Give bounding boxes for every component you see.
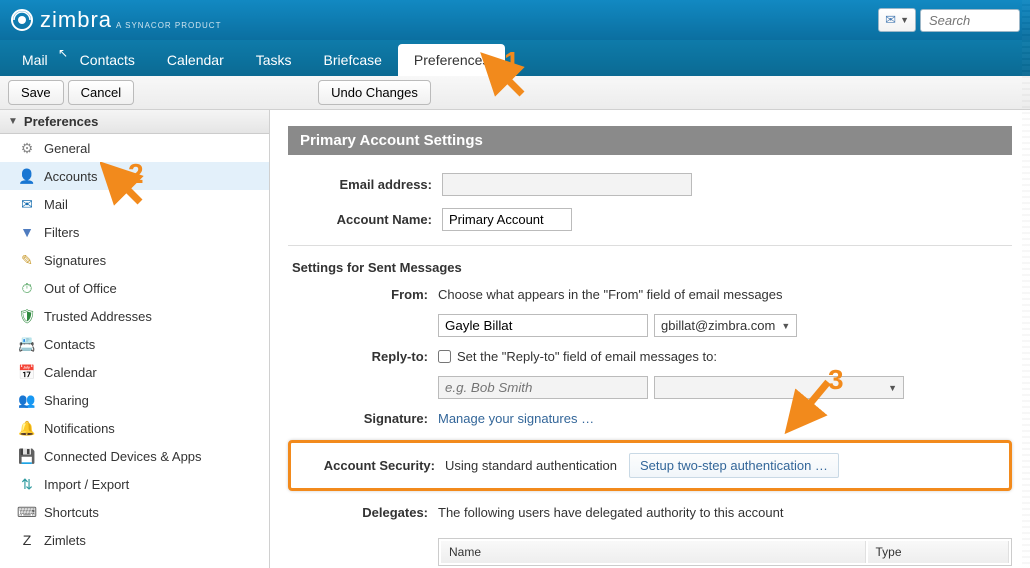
brand-logo: zimbra A SYNACOR PRODUCT — [10, 7, 221, 33]
sidebar-item-label: Filters — [44, 225, 79, 240]
sidebar-item-label: Zimlets — [44, 533, 86, 548]
delegates-label: Delegates: — [288, 505, 438, 520]
sidebar-item-zimlets[interactable]: Z Zimlets — [0, 526, 269, 554]
sidebar-item-out-of-office[interactable]: ⏱ Out of Office — [0, 274, 269, 302]
email-label: Email address: — [292, 177, 442, 192]
setup-two-step-link[interactable]: Setup two-step authentication … — [629, 453, 839, 478]
tab-tasks[interactable]: Tasks — [240, 44, 308, 76]
connected-devices-apps-icon: 💾 — [18, 447, 36, 465]
manage-signatures-link[interactable]: Manage your signatures … — [438, 411, 594, 426]
sidebar-item-sharing[interactable]: 👥 Sharing — [0, 386, 269, 414]
replyto-email-select[interactable]: ▼ — [654, 376, 904, 399]
brand-name: zimbra — [40, 7, 112, 33]
sidebar-item-label: General — [44, 141, 90, 156]
out-of-office-icon: ⏱ — [18, 279, 36, 297]
preferences-sidebar: ▼ Preferences ⚙ General 👤 Accounts ✉ Mail ▼ Fil… — [0, 110, 270, 568]
sent-section-title: Settings for Sent Messages — [292, 260, 1012, 275]
delegates-table: Name Type — [438, 538, 1012, 566]
search-area: ✉ ▼ — [878, 8, 1020, 32]
zimbra-icon — [10, 8, 34, 32]
search-input[interactable] — [920, 9, 1020, 32]
sidebar-item-general[interactable]: ⚙ General — [0, 134, 269, 162]
sidebar-item-calendar[interactable]: 📅 Calendar — [0, 358, 269, 386]
sidebar-item-connected-devices-apps[interactable]: 💾 Connected Devices & Apps — [0, 442, 269, 470]
delegates-col-name[interactable]: Name — [441, 541, 866, 563]
toolbar: Save Cancel Undo Changes — [0, 76, 1030, 110]
accounts-icon: 👤 — [18, 167, 36, 185]
sidebar-item-filters[interactable]: ▼ Filters — [0, 218, 269, 246]
sidebar-item-label: Out of Office — [44, 281, 117, 296]
signature-label: Signature: — [288, 411, 438, 426]
sidebar-item-trusted-addresses[interactable]: 🛡 Trusted Addresses — [0, 302, 269, 330]
delegates-help: The following users have delegated autho… — [438, 505, 783, 520]
calendar-icon: 📅 — [18, 363, 36, 381]
notifications-icon: 🔔 — [18, 419, 36, 437]
email-field[interactable] — [442, 173, 692, 196]
from-name-field[interactable] — [438, 314, 648, 337]
shortcuts-icon: ⌨ — [18, 503, 36, 521]
chevron-down-icon: ▼ — [781, 321, 790, 331]
sidebar-item-label: Contacts — [44, 337, 95, 352]
sidebar-item-label: Signatures — [44, 253, 106, 268]
brand-tagline: A SYNACOR PRODUCT — [116, 21, 221, 30]
main-tabs: Mail ↖ Contacts Calendar Tasks Briefcase… — [0, 40, 1030, 76]
tab-preferences[interactable]: Preferences — [398, 44, 505, 76]
content-pane: Primary Account Settings Email address: … — [270, 110, 1030, 568]
chevron-down-icon: ▼ — [888, 383, 897, 393]
replyto-checkbox[interactable] — [438, 350, 451, 363]
account-name-field[interactable] — [442, 208, 572, 231]
delegates-col-type[interactable]: Type — [868, 541, 1010, 563]
sidebar-item-shortcuts[interactable]: ⌨ Shortcuts — [0, 498, 269, 526]
sidebar-item-label: Connected Devices & Apps — [44, 449, 202, 464]
tab-mail[interactable]: Mail ↖ — [6, 44, 64, 76]
sidebar-item-label: Calendar — [44, 365, 97, 380]
sidebar-item-label: Mail — [44, 197, 68, 212]
panel-title: Primary Account Settings — [288, 126, 1012, 155]
undo-button[interactable]: Undo Changes — [318, 80, 431, 105]
replyto-check-label: Set the "Reply-to" field of email messag… — [457, 349, 717, 364]
tab-briefcase[interactable]: Briefcase — [308, 44, 398, 76]
filters-icon: ▼ — [18, 223, 36, 241]
search-scope-button[interactable]: ✉ ▼ — [878, 8, 916, 32]
replyto-name-field[interactable] — [438, 376, 648, 399]
sidebar-item-label: Trusted Addresses — [44, 309, 152, 324]
zimlets-icon: Z — [18, 531, 36, 549]
account-name-label: Account Name: — [292, 212, 442, 227]
from-label: From: — [288, 287, 438, 302]
from-email-select[interactable]: gbillat@zimbra.com ▼ — [654, 314, 797, 337]
sidebar-item-accounts[interactable]: 👤 Accounts — [0, 162, 269, 190]
sidebar-item-label: Accounts — [44, 169, 97, 184]
cancel-button[interactable]: Cancel — [68, 80, 134, 105]
security-highlight: Account Security: Using standard authent… — [288, 440, 1012, 491]
sidebar-item-mail[interactable]: ✉ Mail — [0, 190, 269, 218]
sidebar-item-import-export[interactable]: ⇅ Import / Export — [0, 470, 269, 498]
replyto-label: Reply-to: — [288, 349, 438, 364]
security-label: Account Security: — [295, 458, 445, 473]
sidebar-item-label: Import / Export — [44, 477, 129, 492]
trusted-addresses-icon: 🛡 — [18, 307, 36, 325]
mail-icon: ✉ — [18, 195, 36, 213]
save-button[interactable]: Save — [8, 80, 64, 105]
sidebar-item-contacts[interactable]: 📇 Contacts — [0, 330, 269, 358]
sidebar-item-label: Shortcuts — [44, 505, 99, 520]
chevron-down-icon: ▼ — [900, 15, 909, 25]
signatures-icon: ✎ — [18, 251, 36, 269]
tab-contacts[interactable]: Contacts — [64, 44, 151, 76]
contacts-icon: 📇 — [18, 335, 36, 353]
sidebar-item-notifications[interactable]: 🔔 Notifications — [0, 414, 269, 442]
from-help: Choose what appears in the "From" field … — [438, 287, 783, 302]
sidebar-item-label: Notifications — [44, 421, 115, 436]
envelope-icon: ✉ — [885, 12, 896, 28]
sidebar-item-signatures[interactable]: ✎ Signatures — [0, 246, 269, 274]
security-status: Using standard authentication — [445, 458, 617, 473]
sidebar-item-label: Sharing — [44, 393, 89, 408]
collapse-icon: ▼ — [8, 116, 18, 127]
sharing-icon: 👥 — [18, 391, 36, 409]
import-export-icon: ⇅ — [18, 475, 36, 493]
app-header: zimbra A SYNACOR PRODUCT ✉ ▼ — [0, 0, 1030, 40]
general-icon: ⚙ — [18, 139, 36, 157]
sidebar-header[interactable]: ▼ Preferences — [0, 110, 269, 134]
tab-calendar[interactable]: Calendar — [151, 44, 240, 76]
